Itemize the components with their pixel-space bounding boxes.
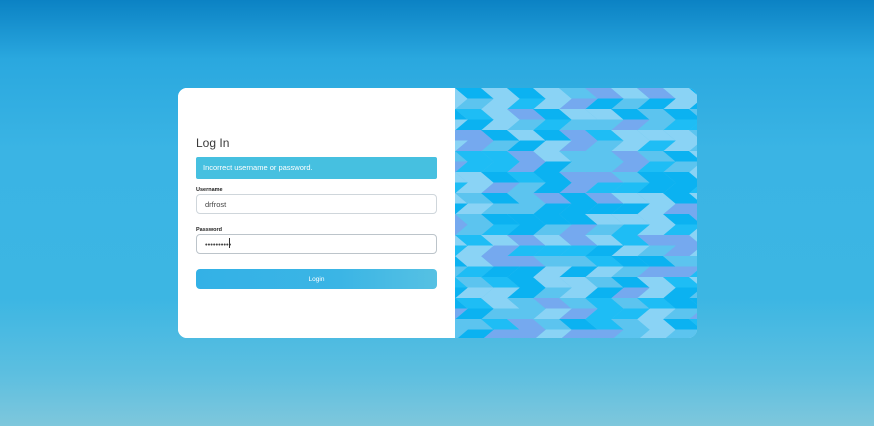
login-form: Log In Incorrect username or password. U… <box>178 88 455 338</box>
username-field[interactable] <box>196 194 437 214</box>
login-card: Log In Incorrect username or password. U… <box>178 88 697 338</box>
password-field[interactable] <box>196 234 437 254</box>
decorative-pattern <box>455 88 697 338</box>
password-label: Password <box>196 227 222 233</box>
login-button[interactable]: Login <box>196 269 437 289</box>
text-caret <box>229 238 230 248</box>
username-label: Username <box>196 187 223 193</box>
page-title: Log In <box>196 136 230 150</box>
login-page: { "login": { "title": "Log In", "error_m… <box>0 0 874 426</box>
error-alert: Incorrect username or password. <box>196 157 437 179</box>
chevron-pattern-graphic <box>455 88 697 338</box>
